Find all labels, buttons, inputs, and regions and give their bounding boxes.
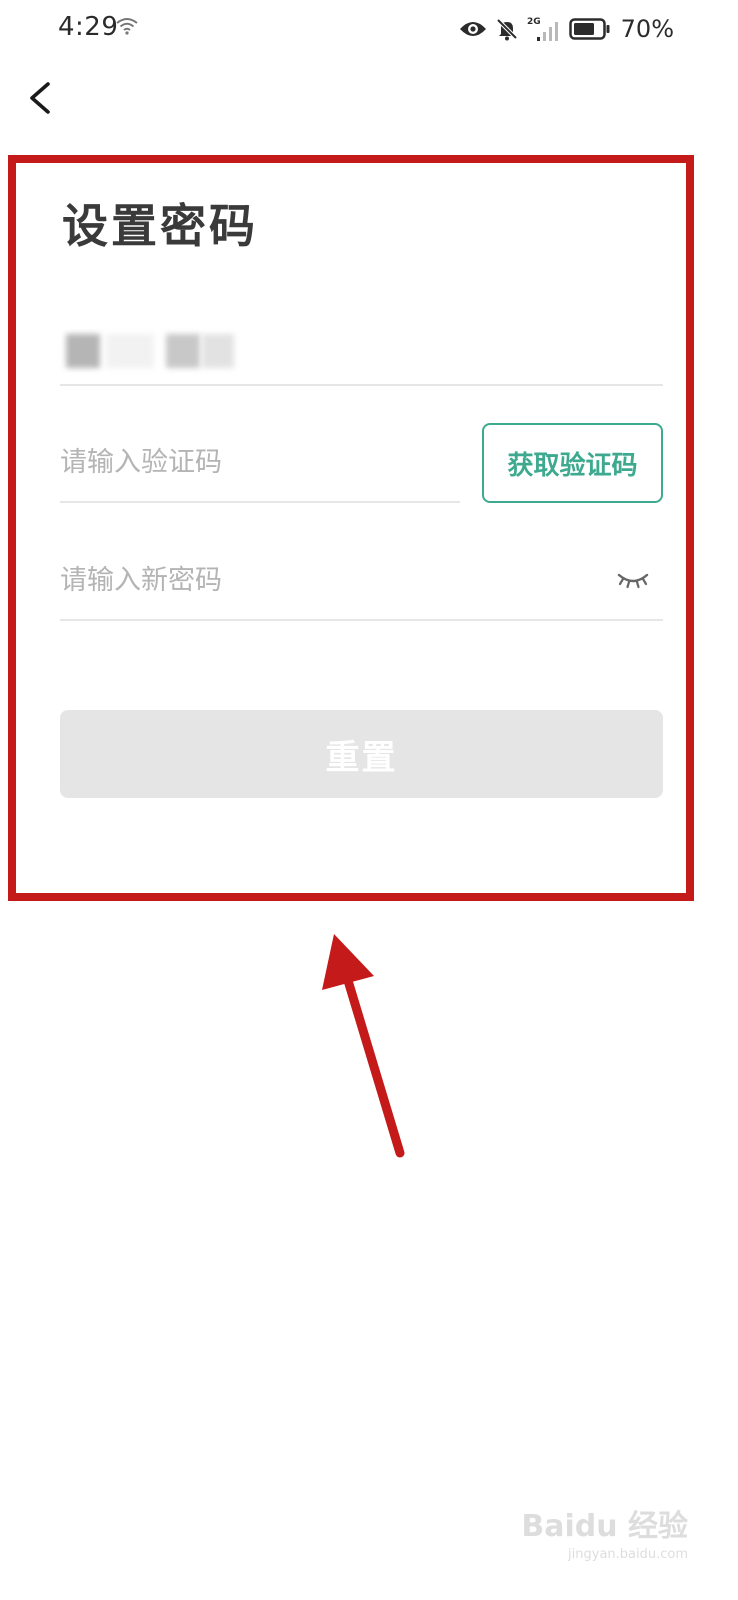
- watermark-brand: Baidu 经验: [521, 1509, 688, 1544]
- watermark-url: jingyan.baidu.com: [568, 1547, 688, 1562]
- eye-icon: [459, 22, 486, 36]
- phone-field[interactable]: [60, 318, 663, 386]
- network-label: 2G: [527, 17, 541, 27]
- set-password-screen: 4:29 2G 70% 设置密码 请输入验证码 获取验证码 重置 Baidu 经…: [0, 0, 738, 1600]
- new-password-field[interactable]: [60, 553, 663, 621]
- signal-icon: 2G: [527, 17, 558, 41]
- verification-code-input[interactable]: [60, 435, 460, 489]
- redacted-phone-number: [202, 334, 234, 368]
- status-bar: 4:29 2G 70%: [0, 0, 738, 60]
- new-password-input[interactable]: [60, 553, 600, 607]
- redacted-phone-number: [106, 334, 154, 368]
- redacted-phone-number: [166, 334, 200, 368]
- get-code-button[interactable]: 获取验证码: [482, 423, 663, 503]
- annotation-arrow: [322, 934, 405, 1158]
- battery-percentage: 70%: [620, 15, 674, 43]
- battery-icon: [568, 18, 610, 40]
- bell-muted-icon: [496, 18, 518, 41]
- status-time: 4:29: [58, 12, 119, 42]
- reset-button[interactable]: 重置: [60, 710, 663, 798]
- verification-code-field[interactable]: [60, 435, 460, 503]
- back-arrow-icon: [30, 82, 50, 114]
- redacted-phone-number: [66, 334, 100, 368]
- page-title: 设置密码: [62, 199, 258, 253]
- status-icons: 2G 70%: [459, 12, 674, 46]
- back-button[interactable]: [22, 76, 62, 120]
- baidu-jingyan-watermark: Baidu 经验 jingyan.baidu.com: [521, 1501, 688, 1562]
- eye-closed-icon[interactable]: [617, 569, 649, 591]
- wifi-icon: [116, 18, 138, 35]
